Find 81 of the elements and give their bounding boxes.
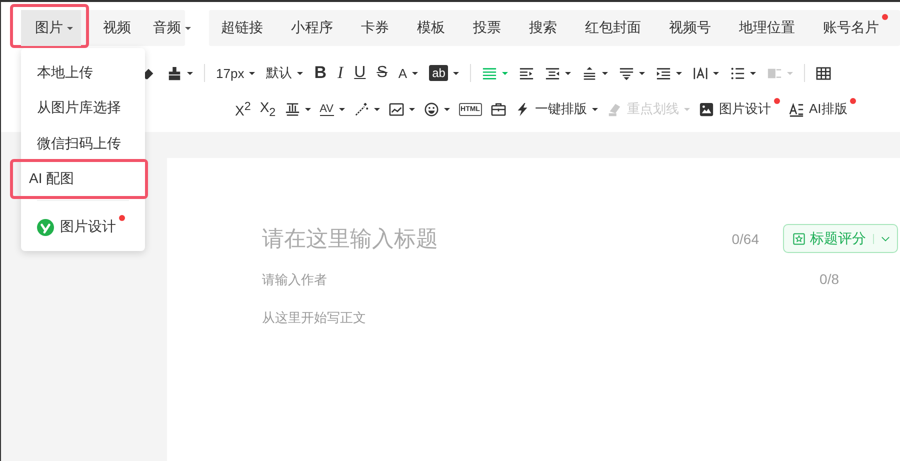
- image-chart-icon: [388, 102, 404, 116]
- insert-tab[interactable]: 视频号: [669, 10, 711, 46]
- caret-icon: [602, 72, 608, 74]
- toolbar-button[interactable]: AV: [320, 97, 345, 121]
- caret-icon: [338, 108, 345, 110]
- toolbar-button[interactable]: AI排版: [788, 97, 856, 121]
- star-icon: [793, 232, 805, 244]
- letter-spacing-icon: [693, 66, 708, 80]
- menu-item[interactable]: 微信扫码上传: [21, 126, 145, 162]
- magic-wand-icon: [354, 102, 369, 116]
- insert-tab[interactable]: 投票: [473, 10, 501, 46]
- caret-icon: [713, 72, 720, 74]
- insert-tab[interactable]: 红包封面: [585, 10, 641, 46]
- caret-icon: [502, 72, 508, 74]
- caret-icon: [408, 108, 415, 110]
- media-tab[interactable]: 音频: [139, 10, 199, 46]
- notification-dot: [850, 98, 856, 104]
- notification-dot: [119, 215, 125, 221]
- toolbar-button[interactable]: 17px: [216, 61, 256, 85]
- table-icon: [816, 66, 832, 80]
- text-line-icon: [284, 102, 300, 116]
- caret-icon: [412, 72, 418, 74]
- caret-icon: [444, 108, 450, 110]
- caret-icon: [304, 108, 311, 110]
- line-height-icon: [582, 66, 598, 80]
- insert-tab[interactable]: 账号名片: [823, 10, 888, 46]
- indent-icon: [519, 66, 534, 80]
- app-logo-icon: [37, 218, 54, 236]
- menu-item[interactable]: AI 配图: [21, 162, 145, 196]
- align-justify-icon: [482, 66, 498, 80]
- media-tab[interactable]: 图片: [21, 10, 81, 46]
- caret-icon: [676, 72, 682, 74]
- toolbar-button[interactable]: X$_{2}$: [260, 97, 276, 121]
- toolbar-button[interactable]: U: [354, 61, 366, 85]
- toolbar-button[interactable]: I: [337, 61, 344, 85]
- marker-icon: [606, 102, 622, 116]
- briefcase-icon: [490, 102, 506, 116]
- notification-dot: [882, 14, 888, 20]
- caret-icon: [592, 108, 598, 110]
- caret-icon: [297, 72, 304, 74]
- list-icon: [730, 66, 746, 80]
- toolbar-button[interactable]: A: [398, 61, 418, 85]
- notification-dot: [774, 98, 780, 104]
- caret-icon: [684, 108, 690, 110]
- insert-tab[interactable]: 卡券: [361, 10, 389, 46]
- menu-item[interactable]: 从图片库选择: [21, 90, 145, 126]
- insert-tab[interactable]: 小程序: [291, 10, 333, 46]
- caret-icon: [639, 72, 646, 74]
- caret-icon: [185, 26, 191, 30]
- menu-item[interactable]: 图片设计: [21, 209, 145, 245]
- toolbar-button[interactable]: 一键排版: [514, 97, 598, 121]
- caret-icon: [565, 72, 572, 74]
- toolbar-button[interactable]: B: [314, 61, 326, 85]
- insert-tab[interactable]: 地理位置: [739, 10, 795, 46]
- chevron-down-icon: [881, 236, 890, 242]
- character-count: 0/64: [732, 230, 759, 246]
- insert-tab[interactable]: 超链接: [221, 10, 263, 46]
- outdent-icon: [545, 66, 560, 80]
- toolbar-button[interactable]: 图片设计: [698, 97, 780, 121]
- insert-tab[interactable]: 模板: [417, 10, 445, 46]
- picture-icon: [698, 102, 714, 116]
- caret-icon: [67, 26, 73, 30]
- toolbar-button[interactable]: ab: [429, 61, 460, 85]
- caret-icon: [374, 108, 380, 110]
- insert-tab[interactable]: 搜索: [529, 10, 557, 46]
- caret-icon: [453, 72, 460, 74]
- toolbar-button[interactable]: X$^{2}$: [235, 97, 251, 121]
- character-count: 0/8: [820, 271, 839, 287]
- caret-icon: [249, 72, 256, 74]
- emoji-icon: [424, 102, 439, 116]
- ai-layout-icon: [788, 102, 804, 116]
- menu-item[interactable]: 本地上传: [21, 56, 145, 90]
- caret-icon: [787, 72, 794, 74]
- brush-icon: [167, 66, 182, 80]
- toolbar-button[interactable]: S: [376, 61, 388, 85]
- caret-icon: [187, 72, 193, 74]
- caret-icon: [750, 72, 756, 74]
- indent-lines-icon: [656, 66, 672, 80]
- media-tab[interactable]: 视频: [89, 10, 139, 46]
- toolbar-button[interactable]: 默认: [266, 61, 304, 85]
- paragraph-spacing-icon: [619, 66, 634, 80]
